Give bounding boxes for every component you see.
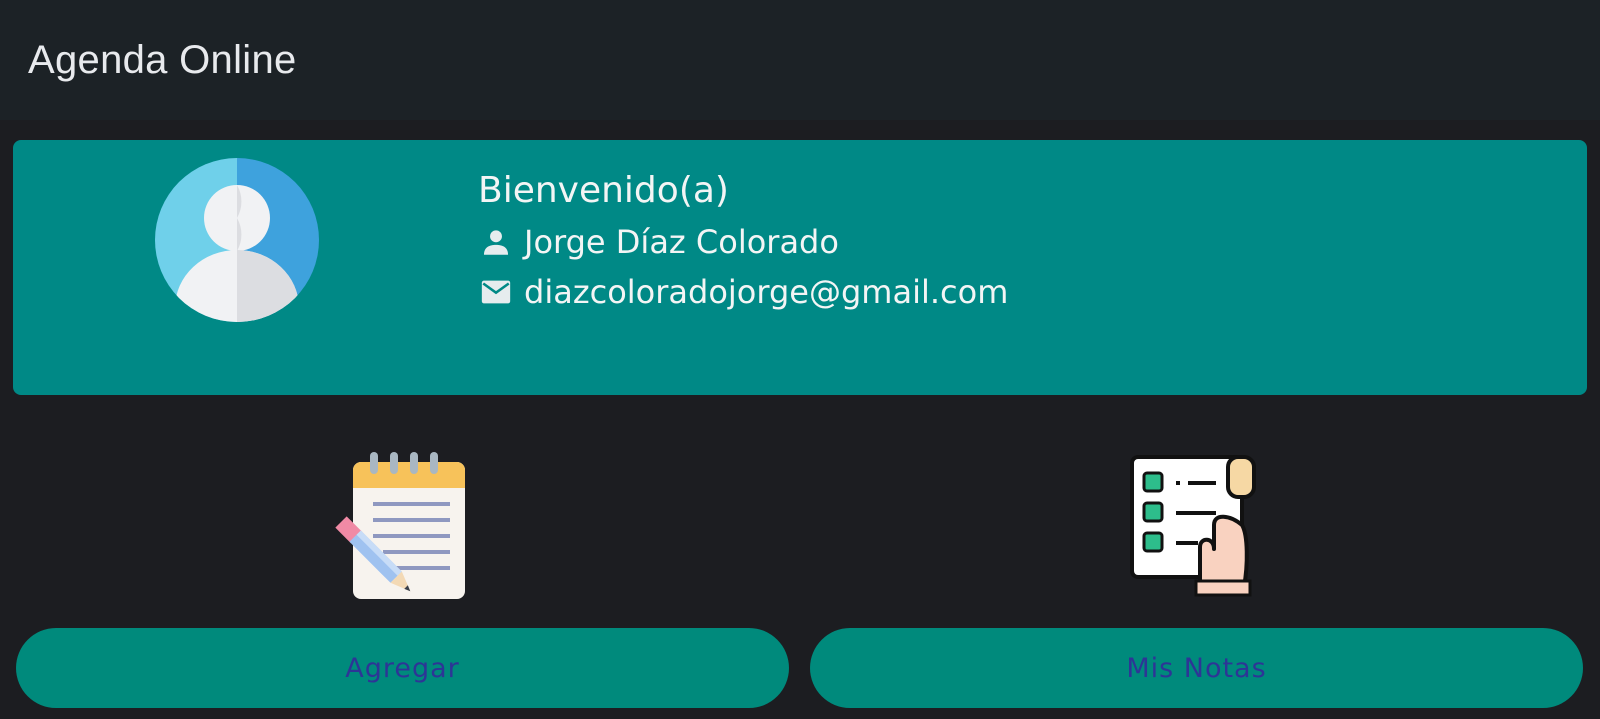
user-name-row: Jorge Díaz Colorado xyxy=(478,222,1008,262)
my-notes-button[interactable]: Mis Notas xyxy=(810,628,1583,708)
mail-icon xyxy=(478,274,514,310)
user-email-row: diazcoloradojorge@gmail.com xyxy=(478,272,1008,312)
user-avatar-icon xyxy=(155,158,319,322)
user-name: Jorge Díaz Colorado xyxy=(524,223,839,261)
notepad-icon[interactable] xyxy=(333,452,473,602)
welcome-text: Bienvenido(a) xyxy=(478,170,729,211)
checklist-icon[interactable] xyxy=(1130,455,1260,600)
app-bar: Agenda Online xyxy=(0,0,1600,120)
profile-info: Bienvenido(a) Jorge Díaz Colorado diazco… xyxy=(478,170,1008,322)
user-email: diazcoloradojorge@gmail.com xyxy=(524,273,1009,311)
person-icon xyxy=(478,224,514,260)
profile-card: Bienvenido(a) Jorge Díaz Colorado diazco… xyxy=(13,140,1587,395)
add-button[interactable]: Agregar xyxy=(16,628,789,708)
app-title: Agenda Online xyxy=(28,37,297,82)
